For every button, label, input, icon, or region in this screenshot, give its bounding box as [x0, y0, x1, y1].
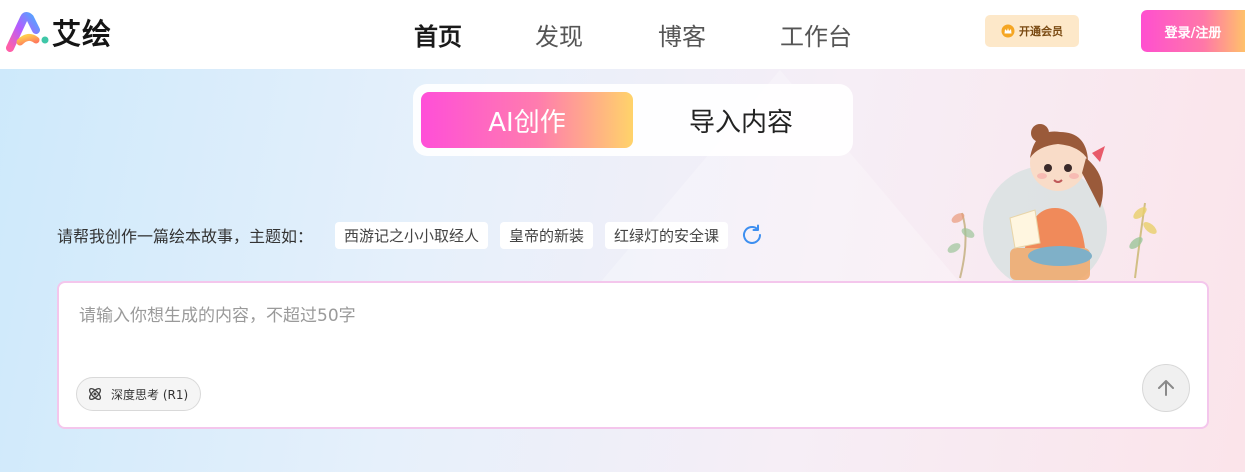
crown-icon: [1001, 24, 1015, 38]
vip-button[interactable]: 开通会员: [985, 15, 1079, 47]
tab-import-content[interactable]: 导入内容: [637, 92, 845, 148]
arrow-up-icon: [1158, 380, 1174, 396]
brand-logo[interactable]: 艾绘: [6, 10, 112, 54]
deep-think-label: 深度思考 (R1): [111, 387, 189, 402]
brand-name: 艾绘: [52, 17, 113, 51]
atom-icon: [88, 387, 102, 401]
logo-mark-icon: [6, 12, 49, 52]
refresh-suggestions-button[interactable]: [740, 223, 764, 247]
girl-reading-illustration: [947, 124, 1157, 283]
suggestion-chip[interactable]: 皇帝的新装: [500, 221, 594, 249]
prompt-composer: 深度思考 (R1): [57, 281, 1209, 429]
vip-button-label: 开通会员: [1019, 25, 1063, 38]
nav-item-workspace[interactable]: 工作台: [780, 17, 852, 52]
suggestion-chip[interactable]: 西游记之小小取经人: [335, 221, 489, 249]
nav-item-discover[interactable]: 发现: [535, 17, 583, 52]
nav-item-blog[interactable]: 博客: [658, 17, 706, 52]
login-register-button[interactable]: 登录/注册: [1141, 10, 1245, 52]
suggestion-prompt-label: 请帮我创作一篇绘本故事，主题如：: [57, 227, 314, 246]
suggestion-chip[interactable]: 红绿灯的安全课: [605, 221, 729, 249]
topic-suggestions: 请帮我创作一篇绘本故事，主题如： 西游记之小小取经人 皇帝的新装 红绿灯的安全课: [57, 220, 764, 250]
prompt-input[interactable]: [79, 301, 1129, 331]
nav-item-home[interactable]: 首页: [414, 17, 462, 52]
top-header: 艾绘 首页 发现 博客 工作台 开通会员 登录/注册: [0, 0, 1245, 69]
tab-ai-create[interactable]: AI创作: [421, 92, 633, 148]
refresh-icon: [743, 224, 762, 244]
deep-think-toggle[interactable]: 深度思考 (R1): [76, 377, 202, 411]
mode-switch: AI创作 导入内容: [413, 84, 853, 156]
send-button[interactable]: [1142, 364, 1190, 412]
